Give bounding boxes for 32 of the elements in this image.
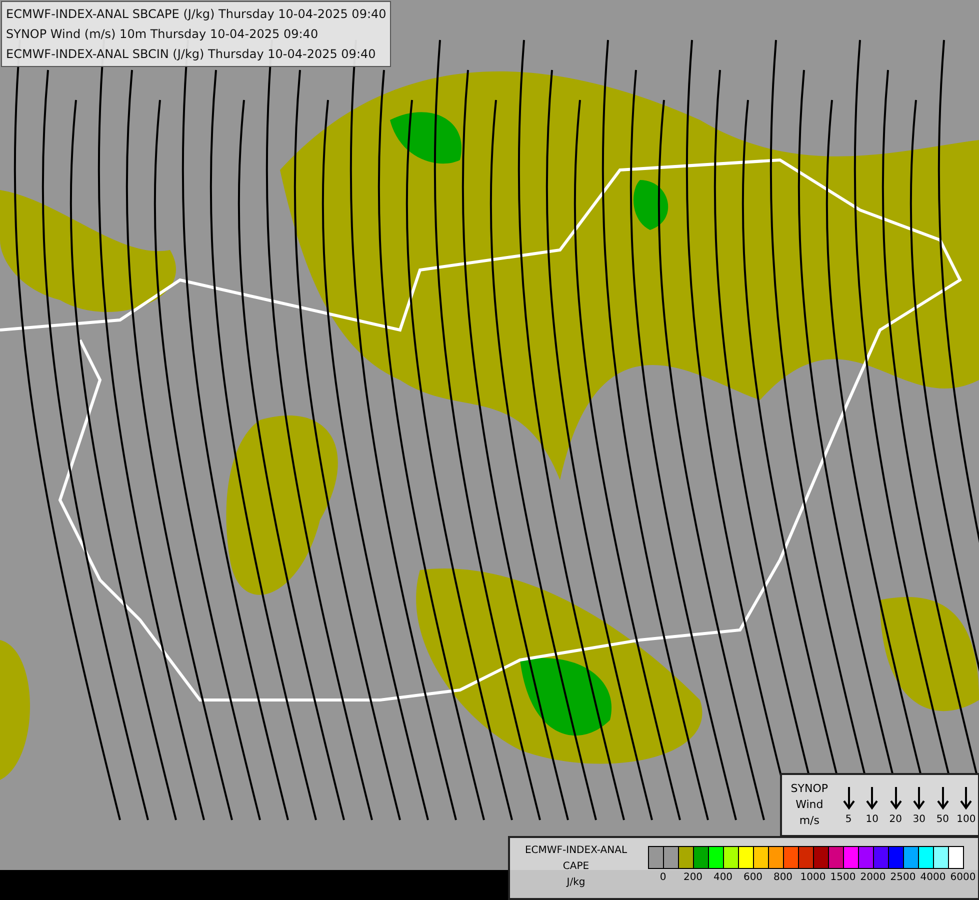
layer-title: ECMWF-INDEX-ANAL SBCAPE (J/kg) Thursday 10-04-2025 09:40 — [6, 6, 386, 23]
legend-title: SYNOP — [790, 781, 828, 797]
wind-arrow-icon — [913, 786, 926, 810]
wind-arrow-icon — [842, 786, 855, 810]
scale-tick-label: 200 — [682, 872, 704, 883]
wind-speed-label: 20 — [889, 814, 902, 824]
legend-title: Wind — [796, 797, 824, 813]
layer-title: SYNOP Wind (m/s) 10m Thursday 10-04-2025 09:40 — [6, 26, 320, 43]
wind-speed-label: 100 — [956, 814, 976, 824]
wind-speed-label: 30 — [912, 814, 926, 824]
legend-title: ECMWF-INDEX-ANAL — [524, 844, 628, 858]
wind-speed-label: 5 — [845, 814, 852, 824]
wind-arrow-icon — [890, 786, 902, 810]
scale-tick-label: 400 — [712, 872, 734, 883]
scale-tick-label: 6000 — [949, 872, 977, 883]
wind-arrow-icon — [960, 786, 972, 810]
wind-arrow-icon — [866, 786, 878, 810]
scale-tick-label: 1000 — [799, 872, 827, 883]
scale-tick-label: 0 — [658, 872, 668, 883]
scale-tick-label: 2000 — [859, 872, 887, 883]
wind-speed-label: 10 — [866, 814, 878, 824]
layer-title: ECMWF-INDEX-ANAL SBCIN (J/kg) Thursday 10-04-2025 09:40 — [6, 46, 377, 63]
scale-tick-label: 4000 — [919, 872, 947, 883]
scale-tick-label: 800 — [772, 872, 794, 883]
scale-tick-label: 600 — [742, 872, 764, 883]
wind-speed-label: 50 — [936, 814, 950, 824]
legend-title: CAPE — [562, 860, 590, 874]
legend-title: J/kg — [566, 876, 586, 890]
scale-tick-label: 2500 — [889, 872, 917, 883]
legend-title: m/s — [799, 813, 820, 829]
scale-tick-label: 1500 — [829, 872, 857, 883]
wind-arrow-icon — [936, 786, 949, 810]
